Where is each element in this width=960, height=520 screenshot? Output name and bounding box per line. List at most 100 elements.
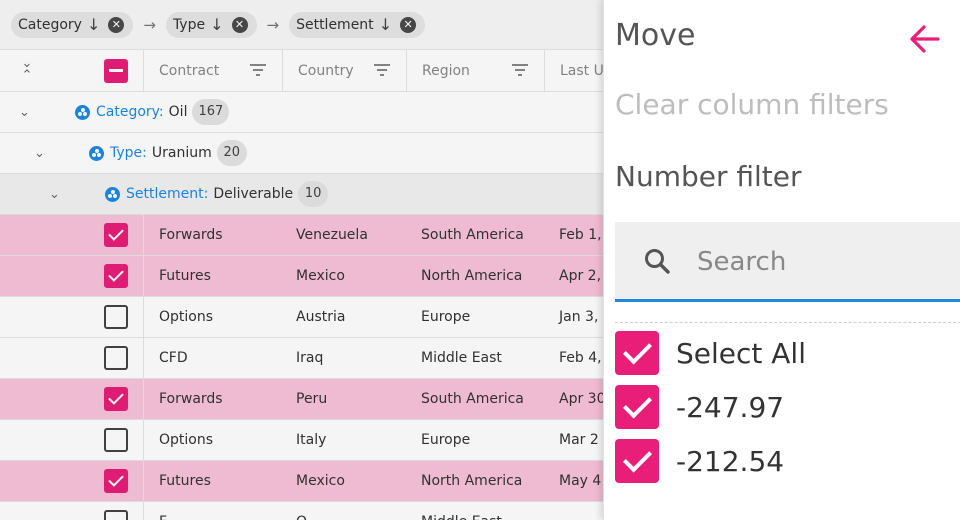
cell-contract: Forwards: [159, 227, 223, 243]
search-input[interactable]: [697, 242, 947, 282]
cell-region: South America: [421, 391, 524, 407]
sort-descending-icon[interactable]: ↓: [379, 15, 392, 34]
cell-date: Apr 30: [559, 391, 606, 407]
column-divider: [143, 215, 144, 255]
group-value: Uranium: [151, 145, 212, 161]
checkbox-checked[interactable]: [615, 439, 659, 483]
chip-label: Type: [172, 16, 206, 33]
row-checkbox[interactable]: [104, 510, 128, 520]
column-divider: [143, 379, 144, 419]
cell-region: Middle East: [421, 350, 502, 366]
column-divider: [143, 502, 144, 520]
group-icon: [89, 145, 104, 161]
column-title: Region: [422, 63, 470, 79]
group-count-badge: 167: [192, 99, 230, 125]
remove-chip-icon[interactable]: ✕: [108, 16, 125, 33]
column-header-contract[interactable]: Contract: [143, 50, 282, 92]
column-divider: [143, 256, 144, 296]
column-header-region[interactable]: Region: [406, 50, 544, 92]
cell-date: Jan 3,: [559, 309, 599, 325]
column-title: Country: [298, 63, 354, 79]
chevron-down-icon[interactable]: ⌄: [34, 146, 45, 161]
cell-date: Feb 4,: [559, 350, 602, 366]
group-key: Category:: [96, 104, 164, 120]
cell-country: Mexico: [296, 473, 345, 489]
chevron-down-icon[interactable]: ⌄: [49, 187, 60, 202]
cell-country: Venezuela: [296, 227, 368, 243]
sort-descending-icon[interactable]: ↓: [210, 15, 223, 34]
cell-contract: Options: [159, 432, 214, 448]
move-menu-item[interactable]: Move: [615, 18, 695, 53]
cell-region: Europe: [421, 309, 471, 325]
cell-date: Apr 2,: [559, 268, 602, 284]
filter-icon[interactable]: [512, 64, 528, 78]
chevron-down-icon[interactable]: ⌄: [19, 105, 30, 120]
row-checkbox[interactable]: [104, 469, 128, 493]
cell-region: North America: [421, 268, 523, 284]
checkbox-checked[interactable]: [615, 331, 659, 375]
cell-contract: Forwards: [159, 391, 223, 407]
chip-label: Settlement: [296, 16, 374, 33]
row-checkbox[interactable]: [104, 428, 128, 452]
row-checkbox[interactable]: [104, 387, 128, 411]
group-count-badge: 10: [298, 181, 329, 207]
number-filter-heading: Number filter: [615, 160, 802, 193]
column-divider: [143, 297, 144, 337]
filter-option[interactable]: -247.97: [615, 384, 784, 430]
cell-country: Austria: [296, 309, 346, 325]
option-label: Select All: [676, 336, 806, 370]
column-divider: [143, 420, 144, 460]
expand-collapse-all-icon[interactable]: ⌄ ⌃: [18, 57, 36, 84]
cell-region: North America: [421, 473, 523, 489]
column-divider: [143, 461, 144, 501]
filter-option-select-all[interactable]: Select All: [615, 330, 806, 376]
arrow-left-icon[interactable]: [908, 22, 942, 56]
option-label: -212.54: [676, 444, 785, 478]
cell-region: South America: [421, 227, 524, 243]
column-divider: [143, 338, 144, 378]
cell-contract: Futures: [159, 268, 211, 284]
sort-descending-icon[interactable]: ↓: [87, 15, 100, 34]
group-icon: [105, 186, 120, 202]
arrow-right-icon: →: [266, 15, 280, 34]
column-title: Contract: [159, 63, 220, 79]
group-icon: [75, 104, 90, 120]
cell-region: Middle East: [421, 502, 502, 520]
remove-chip-icon[interactable]: ✕: [400, 16, 417, 33]
row-checkbox[interactable]: [104, 346, 128, 370]
filter-search-box: [615, 222, 960, 302]
cell-contract: Options: [159, 309, 214, 325]
column-menu-panel: Move Clear column filters Number filter …: [603, 0, 960, 520]
cell-country: O: [296, 502, 307, 520]
cell-contract: CFD: [159, 350, 188, 366]
group-chip-category[interactable]: Category ↓ ✕: [11, 11, 134, 38]
group-chip-type[interactable]: Type ↓ ✕: [165, 11, 257, 38]
cell-country: Italy: [296, 432, 327, 448]
divider: [615, 322, 960, 323]
group-count-badge: 20: [216, 140, 247, 166]
cell-country: Iraq: [296, 350, 324, 366]
filter-option[interactable]: -212.54: [615, 438, 784, 484]
cell-contract: Futures: [159, 473, 211, 489]
remove-chip-icon[interactable]: ✕: [231, 16, 248, 33]
cell-date: Feb 1,: [559, 227, 602, 243]
cell-contract: F: [159, 502, 167, 520]
group-chip-settlement[interactable]: Settlement ↓ ✕: [289, 11, 426, 38]
filter-icon[interactable]: [250, 64, 266, 78]
checkbox-checked[interactable]: [615, 385, 659, 429]
cell-country: Peru: [296, 391, 328, 407]
cell-date: May 4: [559, 473, 602, 489]
group-value: Oil: [168, 104, 188, 120]
select-all-rows-checkbox[interactable]: [104, 59, 128, 83]
filter-icon[interactable]: [374, 64, 390, 78]
row-checkbox[interactable]: [104, 264, 128, 288]
option-label: -247.97: [676, 390, 785, 424]
cell-date: Mar 2: [559, 432, 599, 448]
row-checkbox[interactable]: [104, 305, 128, 329]
cell-region: Europe: [421, 432, 471, 448]
search-icon: [645, 249, 670, 274]
column-header-country[interactable]: Country: [282, 50, 406, 92]
chip-label: Category: [18, 16, 82, 33]
group-key: Settlement:: [126, 186, 209, 202]
row-checkbox[interactable]: [104, 223, 128, 247]
